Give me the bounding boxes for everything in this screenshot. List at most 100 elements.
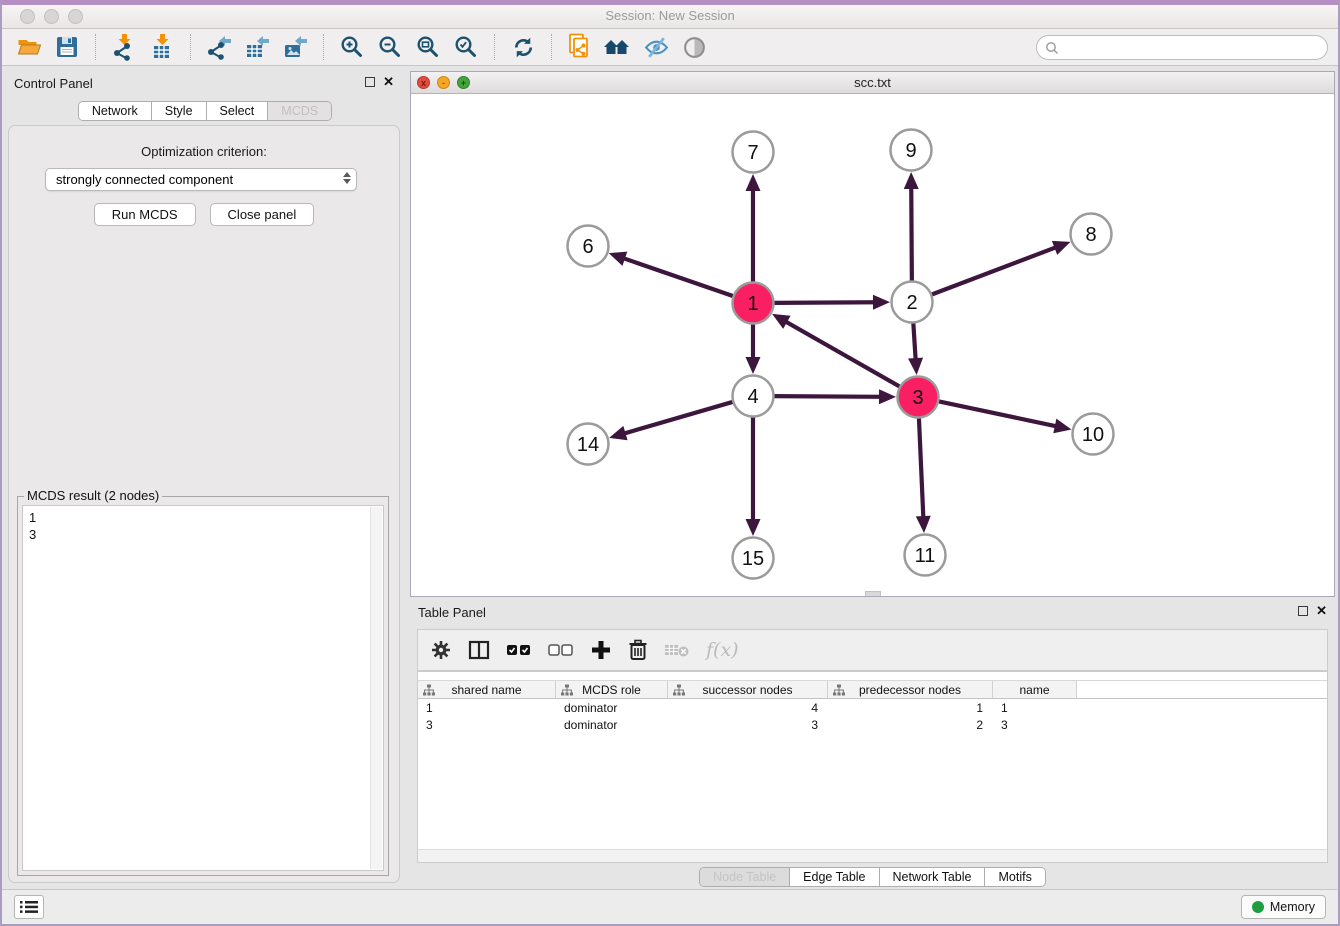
zoom-out-icon[interactable] (374, 32, 406, 62)
tab-edge-table[interactable]: Edge Table (789, 868, 878, 886)
resize-grip[interactable] (865, 591, 881, 596)
search-input[interactable] (1059, 41, 1327, 55)
import-table-icon[interactable] (146, 32, 178, 62)
graph-node-11[interactable]: 11 (905, 535, 946, 576)
close-panel-icon[interactable]: ✕ (383, 77, 394, 87)
graph-node-3[interactable]: 3 (898, 377, 939, 418)
graph-node-10[interactable]: 10 (1073, 414, 1114, 455)
export-table-icon[interactable] (241, 32, 273, 62)
table-cell[interactable]: 1 (418, 700, 556, 716)
edge-3-10[interactable] (937, 401, 1059, 427)
column-header-predecessor-nodes[interactable]: predecessor nodes (828, 681, 993, 698)
float-panel-icon[interactable] (1298, 606, 1308, 616)
edge-3-11[interactable] (919, 416, 924, 520)
edge-2-8[interactable] (930, 246, 1059, 295)
hide-selected-icon[interactable] (640, 32, 672, 62)
zoom-selected-icon[interactable] (450, 32, 482, 62)
graph-node-15[interactable]: 15 (733, 538, 774, 579)
delete-table-icon[interactable] (664, 642, 690, 658)
column-header-MCDS-role[interactable]: MCDS role (556, 681, 668, 698)
network-graph-canvas[interactable]: 7 9 6 8 1 2 4 3 14 10 15 11 (411, 94, 1334, 596)
table-cell[interactable]: 4 (668, 700, 828, 716)
refresh-layout-icon[interactable] (507, 32, 539, 62)
column-header-name[interactable]: name (993, 681, 1077, 698)
network-close-button[interactable]: x (417, 76, 430, 89)
table-cell[interactable]: 3 (993, 717, 1077, 733)
network-window-titlebar[interactable]: x - + scc.txt (411, 72, 1334, 94)
mcds-result-text[interactable]: 1 3 (22, 505, 384, 871)
edge-2-9[interactable] (911, 185, 912, 283)
delete-icon[interactable] (628, 639, 648, 661)
select-all-icon[interactable] (506, 643, 532, 657)
column-header-successor-nodes[interactable]: successor nodes (668, 681, 828, 698)
import-network-icon[interactable] (108, 32, 140, 62)
graph-node-4[interactable]: 4 (733, 376, 774, 417)
zoom-in-icon[interactable] (336, 32, 368, 62)
close-panel-icon[interactable]: ✕ (1316, 606, 1327, 616)
graph-node-8[interactable]: 8 (1071, 214, 1112, 255)
table-cell[interactable]: 3 (668, 717, 828, 733)
tab-select[interactable]: Select (206, 102, 268, 120)
graph-node-14[interactable]: 14 (568, 424, 609, 465)
deselect-all-icon[interactable] (548, 643, 574, 657)
table-hscrollbar[interactable] (418, 849, 1327, 862)
export-image-icon[interactable] (279, 32, 311, 62)
tab-mcds[interactable]: MCDS (267, 102, 331, 120)
edge-3-1[interactable] (783, 320, 901, 387)
open-file-icon[interactable] (13, 32, 45, 62)
result-scrollbar[interactable] (370, 507, 382, 869)
mcds-panel: Optimization criterion: strongly connect… (8, 125, 400, 883)
edge-2-3[interactable] (913, 321, 916, 362)
column-settings-icon[interactable] (430, 639, 452, 661)
table-cell[interactable]: 3 (418, 717, 556, 733)
add-icon[interactable] (590, 639, 612, 661)
edge-1-2[interactable] (772, 302, 877, 303)
table-cell[interactable]: 1 (993, 700, 1077, 716)
graph-node-1[interactable]: 1 (733, 283, 774, 324)
edge-1-6[interactable] (621, 257, 735, 296)
edge-arrowhead (916, 516, 931, 533)
table-cell[interactable]: dominator (556, 700, 668, 716)
run-mcds-button[interactable]: Run MCDS (94, 203, 196, 226)
tab-motifs[interactable]: Motifs (984, 868, 1044, 886)
split-panel-icon[interactable] (468, 639, 490, 661)
table-cell[interactable]: dominator (556, 717, 668, 733)
show-all-icon[interactable] (678, 32, 710, 62)
network-maximize-button[interactable]: + (457, 76, 470, 89)
graph-node-2[interactable]: 2 (892, 282, 933, 323)
status-bar: Memory (2, 889, 1338, 924)
edge-4-14[interactable] (622, 401, 735, 434)
edge-4-3[interactable] (772, 396, 883, 397)
graph-node-6[interactable]: 6 (568, 226, 609, 267)
table-row[interactable]: 3dominator323 (418, 717, 1327, 733)
table-row[interactable]: 1dominator411 (418, 700, 1327, 716)
float-panel-icon[interactable] (365, 77, 375, 87)
first-neighbors-icon[interactable] (602, 32, 634, 62)
export-network-icon[interactable] (203, 32, 235, 62)
optimization-criterion-dropdown[interactable]: strongly connected component (45, 168, 357, 191)
save-session-icon[interactable] (51, 32, 83, 62)
task-history-button[interactable] (14, 895, 44, 919)
table-cell[interactable]: 1 (828, 700, 993, 716)
network-minimize-button[interactable]: - (437, 76, 450, 89)
dropdown-selected-value: strongly connected component (56, 172, 233, 187)
dropdown-stepper-icon (343, 172, 351, 184)
network-window-title: scc.txt (411, 72, 1334, 90)
tab-style[interactable]: Style (151, 102, 206, 120)
close-panel-button[interactable]: Close panel (210, 203, 315, 226)
tab-node-table[interactable]: Node Table (700, 868, 789, 886)
clone-network-icon[interactable] (564, 32, 596, 62)
function-builder-icon[interactable]: f(x) (706, 639, 739, 661)
tab-network-table[interactable]: Network Table (879, 868, 985, 886)
list-icon (20, 900, 38, 914)
column-header-shared-name[interactable]: shared name (418, 681, 556, 698)
graph-node-9[interactable]: 9 (891, 130, 932, 171)
table-cell[interactable]: 2 (828, 717, 993, 733)
graph-node-7[interactable]: 7 (733, 132, 774, 173)
zoom-fit-icon[interactable] (412, 32, 444, 62)
memory-button[interactable]: Memory (1241, 895, 1326, 919)
toolbar-separator (190, 34, 191, 60)
optimization-criterion-label: Optimization criterion: (9, 144, 399, 159)
tab-network[interactable]: Network (79, 102, 151, 120)
search-box[interactable] (1036, 35, 1328, 60)
